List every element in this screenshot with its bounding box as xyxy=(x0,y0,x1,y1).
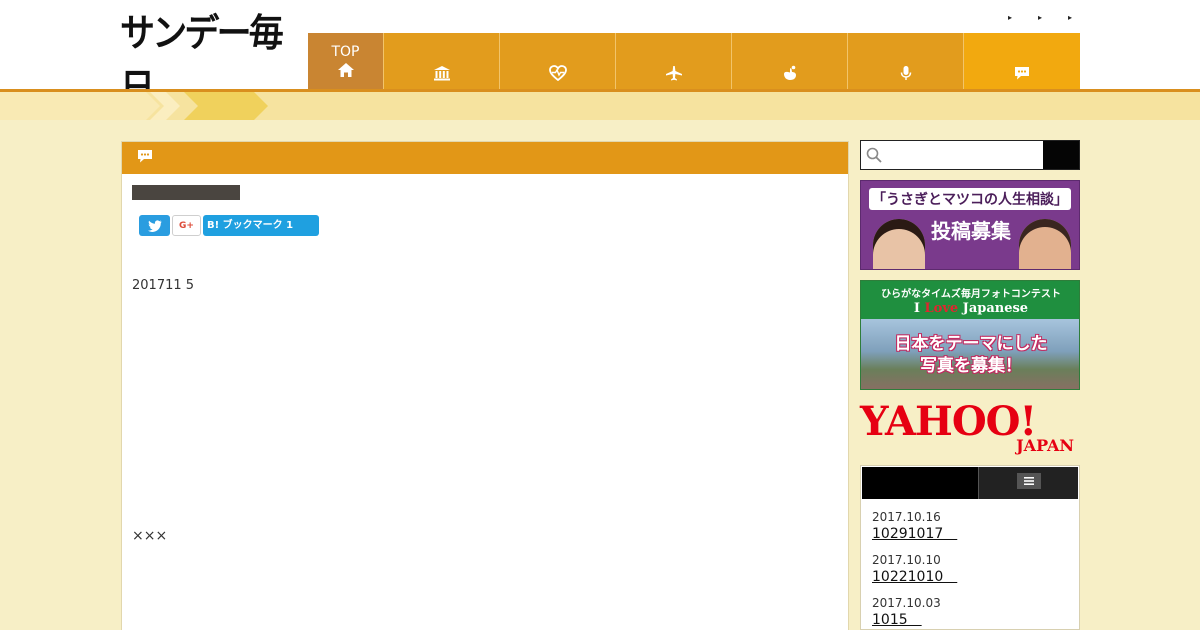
menu-icon xyxy=(1016,473,1041,493)
banner1-portrait-left xyxy=(873,219,925,269)
news-link[interactable]: 10291017 xyxy=(872,525,1072,544)
home-icon xyxy=(337,62,355,78)
nav-top-label: TOP xyxy=(331,44,360,60)
top-link-3[interactable]: ▸ xyxy=(1042,10,1072,24)
article-section-header xyxy=(122,142,848,174)
top-links: ▸ ▸ ▸ xyxy=(982,10,1072,24)
microphone-icon xyxy=(897,65,915,81)
photo-contest-banner[interactable]: ひらがなタイムズ毎月フォトコンテスト I Love Japanese 日本をテー… xyxy=(860,280,1080,390)
nav-item-top[interactable]: TOP xyxy=(308,33,384,89)
news-date: 2017.10.16 xyxy=(872,510,941,524)
yahoo-japan-banner[interactable]: YAHOO! JAPAN xyxy=(860,398,1080,456)
search-button[interactable] xyxy=(1043,141,1079,169)
top-link-2[interactable]: ▸ xyxy=(1012,10,1042,24)
banner2-subtitle: ひらがなタイムズ毎月フォトコンテスト xyxy=(881,288,1061,300)
comment-icon xyxy=(136,148,154,168)
site-header: ▸ ▸ ▸ サンデー毎日 TOP xyxy=(0,0,1200,110)
jinsei-soudan-banner[interactable]: 「うさぎとマツコの人生相談」 投稿募集 xyxy=(860,180,1080,270)
airplane-icon xyxy=(665,65,683,81)
site-logo[interactable]: サンデー毎日 xyxy=(120,11,284,110)
share-buttons: G+ B! ブックマーク 1 xyxy=(139,215,319,236)
google-plus-share-button[interactable]: G+ xyxy=(172,215,201,236)
list-item: 2017.10.16 10291017 xyxy=(872,510,1072,553)
hatena-bookmark-button[interactable]: B! ブックマーク 1 xyxy=(203,215,319,236)
news-list-panel: 2017.10.16 10291017 2017.10.10 10221010 … xyxy=(860,465,1080,630)
health-icon xyxy=(548,65,567,81)
article-body-text: ××× xyxy=(132,528,168,544)
yahoo-logo-sub: JAPAN xyxy=(1016,436,1074,455)
nav-item-life[interactable] xyxy=(732,33,848,89)
twitter-icon xyxy=(147,219,161,232)
main-nav: TOP xyxy=(308,33,1080,89)
search-input[interactable] xyxy=(861,141,1044,169)
comment-icon xyxy=(1013,65,1031,81)
search-form xyxy=(860,140,1080,170)
news-date: 2017.10.10 xyxy=(872,553,941,567)
news-date: 2017.10.03 xyxy=(872,596,941,610)
yahoo-logo-text: YAHOO! xyxy=(860,398,1037,445)
banner2-title: I Love Japanese xyxy=(913,300,1029,316)
search-icon xyxy=(866,147,882,167)
news-tabs xyxy=(862,467,1078,499)
hand-icon xyxy=(781,65,799,81)
news-list: 2017.10.16 10291017 2017.10.10 10221010 … xyxy=(872,510,1072,630)
news-link[interactable]: 10221010 xyxy=(872,568,1072,587)
top-link-1[interactable]: ▸ xyxy=(982,10,1012,24)
tab-latest[interactable] xyxy=(862,467,978,499)
building-icon xyxy=(433,65,451,81)
banner2-header: ひらがなタイムズ毎月フォトコンテスト I Love Japanese xyxy=(861,281,1079,319)
list-item: 2017.10.03 1015 xyxy=(872,596,1072,630)
nav-item-travel[interactable] xyxy=(616,33,732,89)
twitter-share-button[interactable] xyxy=(139,215,170,236)
article-panel: G+ B! ブックマーク 1 201711 5 ××× xyxy=(121,141,849,630)
banner2-main-text: 日本をテーマにした 写真を募集！ xyxy=(894,334,1048,376)
nav-item-health[interactable] xyxy=(500,33,616,89)
article-title-block xyxy=(132,185,240,200)
nav-item-consultation[interactable] xyxy=(964,33,1080,89)
tab-menu[interactable] xyxy=(978,467,1078,499)
news-link[interactable]: 1015 xyxy=(872,611,1072,630)
nav-item-politics[interactable] xyxy=(384,33,500,89)
banner1-heading: 「うさぎとマツコの人生相談」 xyxy=(869,188,1071,210)
breadcrumb xyxy=(0,92,1200,120)
banner1-portrait-right xyxy=(1019,219,1071,269)
list-item: 2017.10.10 10221010 xyxy=(872,553,1072,596)
article-date: 201711 5 xyxy=(132,278,195,293)
nav-item-entertainment[interactable] xyxy=(848,33,964,89)
